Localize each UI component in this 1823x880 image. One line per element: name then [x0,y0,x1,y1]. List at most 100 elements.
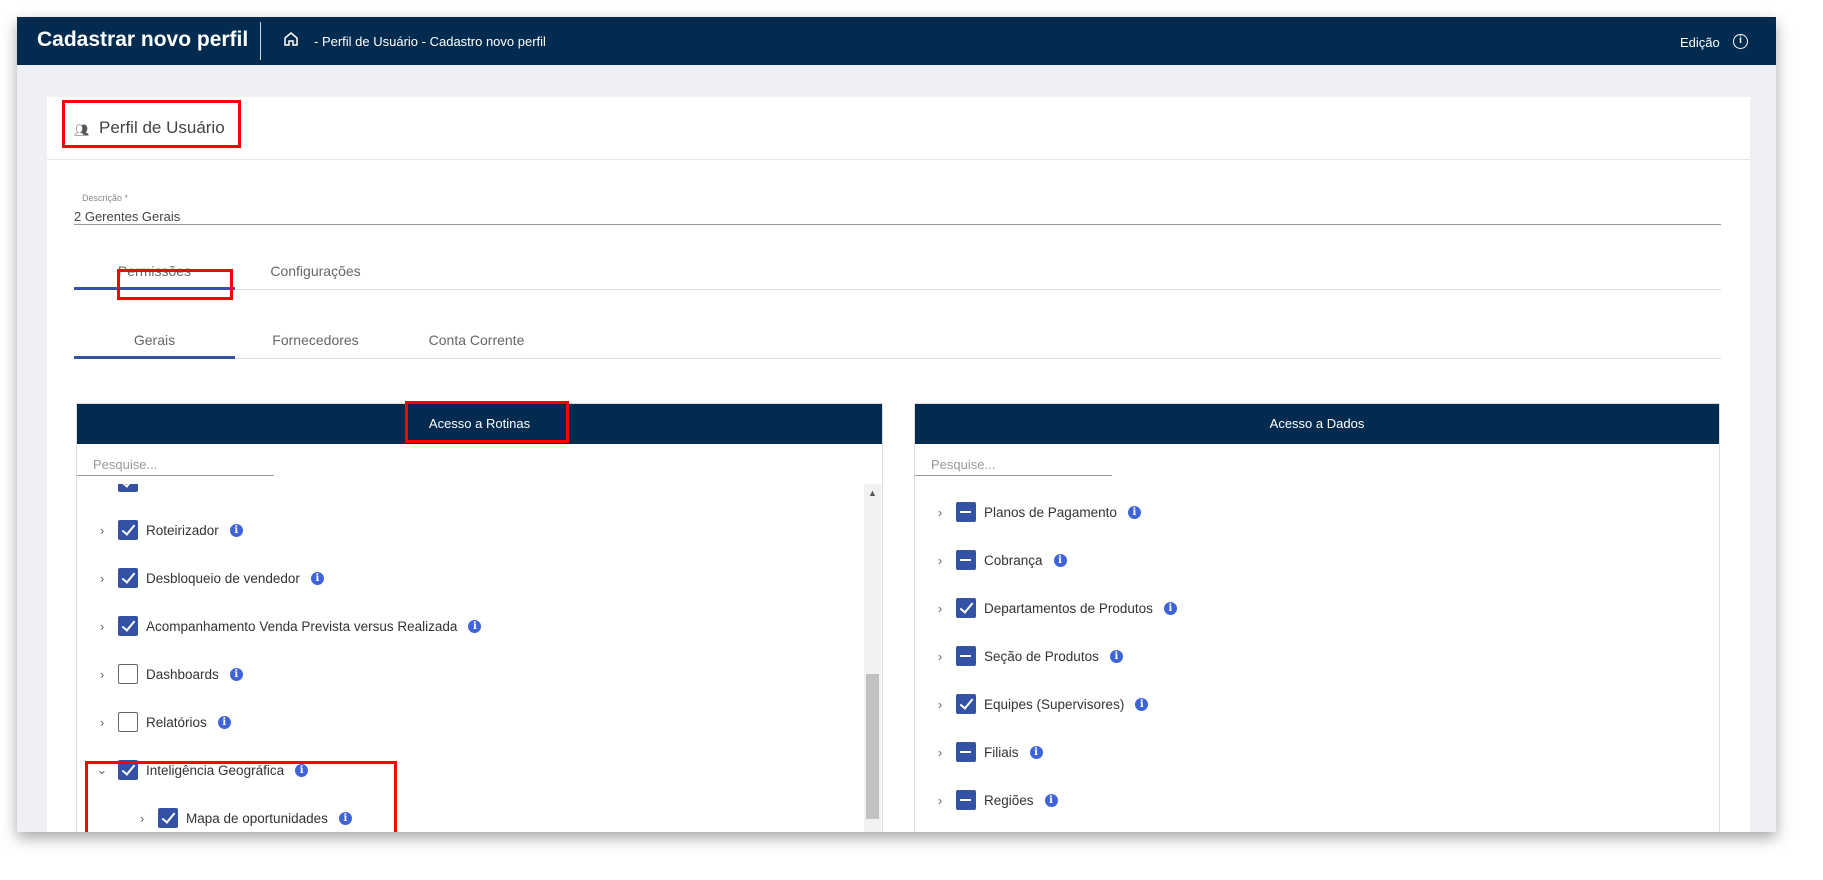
app-window: Cadastrar novo perfil - Perfil de Usuári… [17,17,1776,832]
chevron-right-icon[interactable]: › [92,571,112,586]
description-value[interactable]: 2 Gerentes Gerais [74,209,180,224]
list-item[interactable]: › Mapa de oportunidades i [132,806,352,830]
data-search-input[interactable] [915,454,1112,476]
panel-title: Acesso a Dados [915,404,1719,444]
info-icon[interactable]: i [1135,697,1149,711]
info-icon[interactable]: i [1053,553,1067,567]
checkbox[interactable] [158,808,178,828]
list-item[interactable]: › Departamentos de Produtos i [930,596,1177,620]
list-item[interactable]: › Relatórios i [92,710,231,734]
checkbox[interactable] [118,520,138,540]
tab-configuracoes[interactable]: Configurações [235,260,396,290]
checkbox[interactable] [118,664,138,684]
checkbox[interactable] [956,550,976,570]
chevron-right-icon[interactable]: › [92,715,112,730]
item-label: Mapa de oportunidades [186,810,328,826]
sub-tabs: Gerais Fornecedores Conta Corrente [74,329,1721,359]
divider [260,22,261,60]
checkbox[interactable] [118,616,138,636]
routines-panel: Acesso a Rotinas ▲ ▼ › Roteirizador i › Desb… [76,403,883,832]
item-label: Roteirizador [146,522,219,538]
info-icon[interactable]: i [217,715,231,729]
card-title: Perfil de Usuário [99,118,225,137]
profile-card: 👥︎ Perfil de Usuário Descrição * 2 Geren… [47,97,1750,832]
chevron-right-icon[interactable]: › [92,667,112,682]
checkbox[interactable] [956,502,976,522]
list-item[interactable]: › Roteirizador i [92,518,243,542]
data-panel: Acesso a Dados › Planos de Pagamento i › Cob… [914,403,1720,832]
item-label: Inteligência Geográfica [146,762,285,778]
panel-title: Acesso a Rotinas [77,404,882,444]
info-icon[interactable]: i [310,571,324,585]
main-tabs: Permissões Configurações [74,260,1721,290]
checkbox[interactable] [956,790,976,810]
item-label: Planos de Pagamento [984,504,1117,520]
tab-gerais[interactable]: Gerais [74,329,235,359]
info-icon[interactable]: i [295,763,309,777]
list-item-partial[interactable] [92,484,138,494]
chevron-right-icon[interactable]: › [930,505,950,520]
info-icon[interactable]: i [1044,793,1058,807]
info-icon[interactable]: i [229,667,243,681]
scroll-up-icon[interactable]: ▲ [868,488,877,498]
routines-search-input[interactable] [77,454,274,476]
chevron-down-icon[interactable]: ⌄ [92,762,112,778]
checkbox[interactable] [956,694,976,714]
info-icon[interactable]: i [338,811,352,825]
data-list: › Planos de Pagamento i › Cobrança i › Departam… [915,484,1719,832]
list-item[interactable]: › Cobrança i [930,548,1067,572]
checkbox[interactable] [118,760,138,780]
item-label: Equipes (Supervisores) [984,696,1125,712]
info-icon[interactable]: i [229,523,243,537]
chevron-right-icon[interactable]: › [930,697,950,712]
tab-permissoes[interactable]: Permissões [74,260,235,290]
chevron-right-icon[interactable]: › [930,649,950,664]
info-icon[interactable]: i [1029,745,1043,759]
checkbox[interactable] [956,742,976,762]
list-item[interactable]: › Seção de Produtos i [930,644,1123,668]
info-icon[interactable]: i [1163,601,1177,615]
list-item[interactable]: › Regiões i [930,788,1058,812]
breadcrumb[interactable]: - Perfil de Usuário - Cadastro novo perf… [314,34,546,49]
checkbox[interactable] [118,712,138,732]
item-label: Acompanhamento Venda Prevista versus Rea… [146,618,458,634]
list-item[interactable]: ⌄ Inteligência Geográfica i [92,758,309,782]
home-icon[interactable] [282,30,300,48]
list-item[interactable]: › Equipes (Supervisores) i [930,692,1149,716]
checkbox[interactable] [956,598,976,618]
checkbox[interactable] [118,568,138,588]
list-item[interactable]: › Filiais i [930,740,1043,764]
description-field[interactable]: Descrição * 2 Gerentes Gerais [74,193,1721,225]
item-label: Filiais [984,744,1019,760]
chevron-right-icon[interactable]: › [132,811,152,826]
item-label: Dashboards [146,666,219,682]
item-label: Regiões [984,792,1034,808]
top-navbar: Cadastrar novo perfil - Perfil de Usuári… [17,17,1776,65]
list-item[interactable]: › Acompanhamento Venda Prevista versus Re… [92,614,482,638]
tab-fornecedores[interactable]: Fornecedores [235,329,396,359]
card-header: 👥︎ Perfil de Usuário [47,97,1750,160]
mode-label: Edição [1680,35,1720,50]
info-icon[interactable]: i [1733,34,1748,49]
item-label: Cobrança [984,552,1043,568]
chevron-right-icon[interactable]: › [930,601,950,616]
info-icon[interactable]: i [1127,505,1141,519]
list-item[interactable]: › Dashboards i [92,662,243,686]
scrollbar[interactable]: ▲ ▼ [864,484,881,832]
chevron-right-icon[interactable]: › [92,619,112,634]
list-item[interactable]: › Desbloqueio de vendedor i [92,566,324,590]
info-icon[interactable]: i [468,619,482,633]
page-title: Cadastrar novo perfil [37,28,249,51]
info-icon[interactable]: i [1109,649,1123,663]
item-label: Relatórios [146,714,207,730]
tab-conta-corrente[interactable]: Conta Corrente [396,329,557,359]
chevron-right-icon[interactable]: › [930,745,950,760]
checkbox[interactable] [956,646,976,666]
scrollbar-thumb[interactable] [866,674,879,819]
chevron-right-icon[interactable]: › [930,553,950,568]
chevron-right-icon[interactable]: › [92,523,112,538]
list-item[interactable]: › Planos de Pagamento i [930,500,1141,524]
item-label: Desbloqueio de vendedor [146,570,300,586]
chevron-right-icon[interactable]: › [930,793,950,808]
description-label: Descrição * [82,193,129,203]
